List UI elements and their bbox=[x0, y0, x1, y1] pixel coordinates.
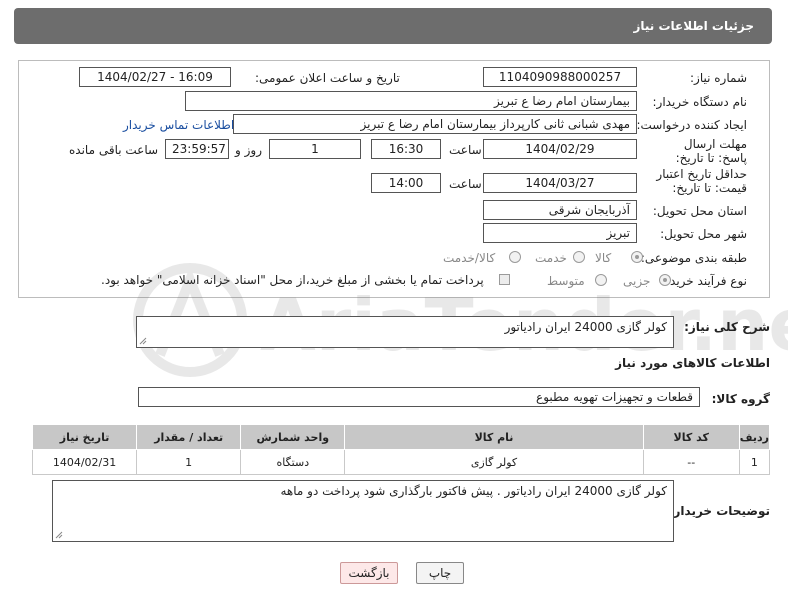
col-code: کد کالا bbox=[642, 424, 740, 450]
back-button[interactable]: بازگشت bbox=[340, 562, 398, 584]
category-radio-goods[interactable] bbox=[631, 251, 643, 263]
category-radio-goods-service[interactable] bbox=[509, 251, 521, 263]
announce-datetime-label: تاریخ و ساعت اعلان عمومی: bbox=[255, 71, 400, 85]
buyer-contact-link[interactable]: اطلاعات تماس خریدار bbox=[123, 118, 234, 132]
cell-row: 1 bbox=[738, 449, 771, 475]
cell-name: کولر گازی bbox=[344, 449, 644, 475]
buyer-notes-label: توضیحات خریدار: bbox=[668, 504, 770, 518]
buyer-notes-textarea[interactable]: کولر گازی 24000 ایران رادیاتور . پیش فاک… bbox=[52, 480, 674, 542]
description-textarea[interactable]: کولر گازی 24000 ایران رادیاتور bbox=[136, 316, 674, 348]
col-name: نام کالا bbox=[344, 424, 644, 450]
table-row[interactable]: 1 -- کولر گازی دستگاه 1 1404/02/31 bbox=[31, 449, 771, 475]
process-radio-medium[interactable] bbox=[595, 274, 607, 286]
deadline-time-label: ساعت bbox=[449, 143, 482, 157]
creator-field[interactable]: مهدی شبانی ثانی کارپرداز بیمارستان امام … bbox=[233, 114, 637, 134]
goods-section-title: اطلاعات کالاهای مورد نیاز bbox=[615, 356, 770, 370]
day-and-label: روز و bbox=[235, 143, 262, 157]
category-radio-service[interactable] bbox=[573, 251, 585, 263]
goods-group-label: گروه کالا: bbox=[711, 392, 770, 406]
need-details-panel: شماره نیاز: 1104090988000257 تاریخ و ساع… bbox=[18, 60, 770, 298]
description-text: کولر گازی 24000 ایران رادیاتور bbox=[504, 320, 667, 334]
process-option-medium: متوسط bbox=[547, 274, 585, 288]
treasury-payment-checkbox[interactable] bbox=[499, 274, 510, 285]
city-field[interactable]: تبریز bbox=[483, 223, 637, 243]
need-number-label: شماره نیاز: bbox=[690, 71, 747, 85]
province-label: استان محل تحویل: bbox=[652, 204, 747, 218]
col-quantity: تعداد / مقدار bbox=[136, 424, 242, 450]
creator-label: ایجاد کننده درخواست: bbox=[636, 118, 747, 132]
cell-quantity: 1 bbox=[136, 449, 242, 475]
remaining-time-field[interactable]: 23:59:57 bbox=[165, 139, 229, 159]
cell-code: -- bbox=[642, 449, 740, 475]
remaining-time-label: ساعت باقی مانده bbox=[69, 143, 159, 157]
deadline-date-field[interactable]: 1404/02/29 bbox=[483, 139, 637, 159]
validity-label: حداقل تاریخ اعتبار قیمت: تا تاریخ: bbox=[656, 167, 747, 195]
goods-table: ردیف کد کالا نام کالا واحد شمارش تعداد /… bbox=[31, 424, 771, 475]
validity-time-label: ساعت bbox=[449, 177, 482, 191]
cell-unit: دستگاه bbox=[240, 449, 346, 475]
col-unit: واحد شمارش bbox=[240, 424, 346, 450]
days-field[interactable]: 1 bbox=[269, 139, 361, 159]
resize-grip-icon[interactable] bbox=[139, 337, 147, 345]
print-button[interactable]: چاپ bbox=[416, 562, 464, 584]
category-option-goods-service: کالا/خدمت bbox=[443, 251, 496, 265]
category-option-service: خدمت bbox=[535, 251, 567, 265]
category-option-goods: کالا bbox=[595, 251, 612, 265]
description-label: شرح کلی نیاز: bbox=[684, 320, 770, 334]
category-label: طبقه بندی موضوعی: bbox=[640, 251, 747, 265]
col-date: تاریخ نیاز bbox=[31, 424, 138, 450]
need-number-field[interactable]: 1104090988000257 bbox=[483, 67, 637, 87]
province-field[interactable]: آذربایجان شرقی bbox=[483, 200, 637, 220]
goods-group-field[interactable]: قطعات و تجهیزات تهویه مطبوع bbox=[138, 387, 700, 407]
page-header: جزئیات اطلاعات نیاز bbox=[14, 8, 772, 44]
buyer-org-field[interactable]: بیمارستان امام رضا ع تبریز bbox=[185, 91, 637, 111]
treasury-payment-note: پرداخت تمام یا بخشی از مبلغ خرید،از محل … bbox=[101, 273, 484, 287]
page-title: جزئیات اطلاعات نیاز bbox=[633, 19, 754, 33]
validity-date-field[interactable]: 1404/03/27 bbox=[483, 173, 637, 193]
buyer-notes-text: کولر گازی 24000 ایران رادیاتور . پیش فاک… bbox=[280, 484, 668, 498]
validity-time-field[interactable]: 14:00 bbox=[371, 173, 441, 193]
city-label: شهر محل تحویل: bbox=[660, 227, 747, 241]
deadline-label: مهلت ارسال پاسخ: تا تاریخ: bbox=[675, 137, 747, 165]
announce-datetime-field[interactable]: 1404/02/27 - 16:09 bbox=[79, 67, 231, 87]
col-row: ردیف bbox=[738, 424, 771, 450]
resize-grip-icon[interactable] bbox=[55, 531, 63, 539]
cell-date: 1404/02/31 bbox=[31, 449, 138, 475]
buyer-org-label: نام دستگاه خریدار: bbox=[652, 95, 748, 109]
process-radio-minor[interactable] bbox=[659, 274, 671, 286]
deadline-time-field[interactable]: 16:30 bbox=[371, 139, 441, 159]
goods-table-header: ردیف کد کالا نام کالا واحد شمارش تعداد /… bbox=[31, 424, 771, 450]
process-option-minor: جزیی bbox=[623, 274, 651, 288]
process-label: نوع فرآیند خرید : bbox=[662, 274, 747, 288]
